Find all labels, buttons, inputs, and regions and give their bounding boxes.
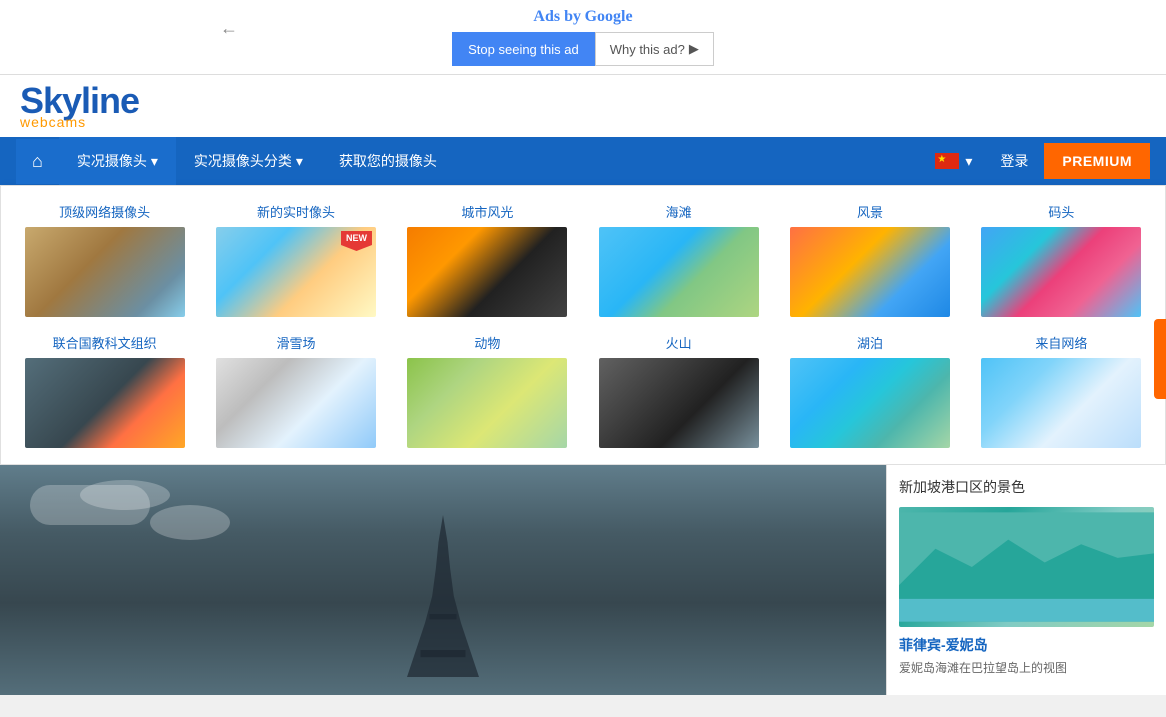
- cloud-2: [80, 480, 170, 510]
- nav-item-categories[interactable]: 实况摄像头分类 ▾: [176, 137, 321, 185]
- category-label-new: 新的实时像头: [257, 202, 335, 221]
- ad-bar: Ads by Google Stop seeing this ad Why th…: [0, 0, 1166, 75]
- back-button[interactable]: ←: [220, 18, 238, 39]
- flag-cn-icon: [935, 153, 959, 169]
- flag-dropdown-arrow: ▾: [965, 153, 972, 170]
- category-image-pyramids: [25, 227, 185, 317]
- category-city[interactable]: 城市风光: [400, 202, 575, 317]
- category-top-webcams[interactable]: 顶级网络摄像头: [17, 202, 192, 317]
- main-webcam-image[interactable]: [0, 465, 886, 695]
- category-harbor[interactable]: 码头: [974, 202, 1149, 317]
- category-image-snow: [216, 358, 376, 448]
- category-label-top: 顶级网络摄像头: [59, 202, 150, 221]
- language-selector[interactable]: ▾: [923, 153, 984, 170]
- why-this-text: Why this ad?: [610, 42, 685, 57]
- cloud-3: [150, 505, 230, 540]
- sidebar-image-svg: [899, 507, 1154, 627]
- category-image-animals: [407, 358, 567, 448]
- category-label-unesco: 联合国教科文组织: [53, 333, 157, 352]
- category-volcano[interactable]: 火山: [591, 333, 766, 448]
- category-image-harbor: [981, 227, 1141, 317]
- category-label-from-web: 来自网络: [1035, 333, 1087, 352]
- nav-item-get-camera[interactable]: 获取您的摄像头: [321, 137, 455, 185]
- sidebar-thumbnail[interactable]: [899, 507, 1154, 627]
- category-label-animals: 动物: [474, 333, 500, 352]
- login-button[interactable]: 登录: [984, 137, 1044, 185]
- sidebar-camera-name[interactable]: 菲律宾-爱妮岛: [899, 635, 1154, 655]
- new-badge: NEW: [341, 231, 372, 251]
- ads-by-text: Ads by: [533, 8, 581, 25]
- why-icon: ▶: [689, 41, 699, 57]
- stop-seeing-ad-button[interactable]: Stop seeing this ad: [452, 32, 595, 66]
- sidebar-location-text: 新加坡港口区的景色: [899, 477, 1154, 497]
- category-new-realtime[interactable]: 新的实时像头 NEW: [208, 202, 383, 317]
- ads-by-google-label: Ads by Google: [0, 8, 1166, 26]
- category-label-landscape: 风景: [857, 202, 883, 221]
- logo-webcams: webcams: [20, 115, 139, 129]
- header: ← Skyline webcams: [0, 75, 1166, 137]
- category-label-city: 城市风光: [461, 202, 513, 221]
- nav-label-get-camera: 获取您的摄像头: [339, 151, 437, 171]
- category-from-web[interactable]: 来自网络: [974, 333, 1149, 448]
- category-dropdown: 顶级网络摄像头 新的实时像头 NEW 城市风光 海滩 风景 码头 联合国教科文组…: [0, 185, 1166, 465]
- nav-item-webcams[interactable]: 实况摄像头 ▾: [59, 137, 176, 185]
- nav-home-button[interactable]: ⌂: [16, 139, 59, 184]
- logo[interactable]: Skyline webcams: [20, 83, 139, 129]
- side-tab[interactable]: [1154, 319, 1166, 399]
- category-ski[interactable]: 滑雪场: [208, 333, 383, 448]
- category-animals[interactable]: 动物: [400, 333, 575, 448]
- eiffel-tower-silhouette: [393, 515, 493, 695]
- category-label-beach: 海滩: [666, 202, 692, 221]
- sidebar-camera-desc: 爱妮岛海滩在巴拉望岛上的视图: [899, 659, 1154, 676]
- category-image-seaside: [599, 227, 759, 317]
- premium-button[interactable]: PREMIUM: [1044, 143, 1150, 179]
- category-image-volcano: [599, 358, 759, 448]
- category-landscape[interactable]: 风景: [782, 202, 957, 317]
- chevron-down-icon-2: ▾: [296, 153, 303, 170]
- google-text: Google: [585, 8, 633, 25]
- category-label-harbor: 码头: [1048, 202, 1074, 221]
- category-image-kite: [981, 358, 1141, 448]
- category-beach[interactable]: 海滩: [591, 202, 766, 317]
- category-lake[interactable]: 湖泊: [782, 333, 957, 448]
- main-nav: ⌂ 实况摄像头 ▾ 实况摄像头分类 ▾ 获取您的摄像头 ▾ 登录 PREMIUM: [0, 137, 1166, 185]
- category-label-ski: 滑雪场: [276, 333, 315, 352]
- category-label-volcano: 火山: [666, 333, 692, 352]
- main-content: 新加坡港口区的景色 菲律宾-爱妮岛 爱妮岛海滩在巴拉望岛上的视图: [0, 465, 1166, 695]
- category-image-moai: [25, 358, 185, 448]
- category-label-lake: 湖泊: [857, 333, 883, 352]
- category-image-landscape: [790, 227, 950, 317]
- nav-label-categories: 实况摄像头分类: [194, 151, 292, 171]
- category-image-lake: [790, 358, 950, 448]
- ad-buttons-container: Stop seeing this ad Why this ad? ▶: [0, 32, 1166, 66]
- chevron-down-icon: ▾: [151, 153, 158, 170]
- category-unesco[interactable]: 联合国教科文组织: [17, 333, 192, 448]
- sidebar-panel: 新加坡港口区的景色 菲律宾-爱妮岛 爱妮岛海滩在巴拉望岛上的视图: [886, 465, 1166, 695]
- category-grid: 顶级网络摄像头 新的实时像头 NEW 城市风光 海滩 风景 码头 联合国教科文组…: [1, 186, 1165, 464]
- nav-label-webcams: 实况摄像头: [77, 151, 147, 171]
- category-image-beach: NEW: [216, 227, 376, 317]
- category-image-city: [407, 227, 567, 317]
- why-this-ad-button[interactable]: Why this ad? ▶: [595, 32, 714, 66]
